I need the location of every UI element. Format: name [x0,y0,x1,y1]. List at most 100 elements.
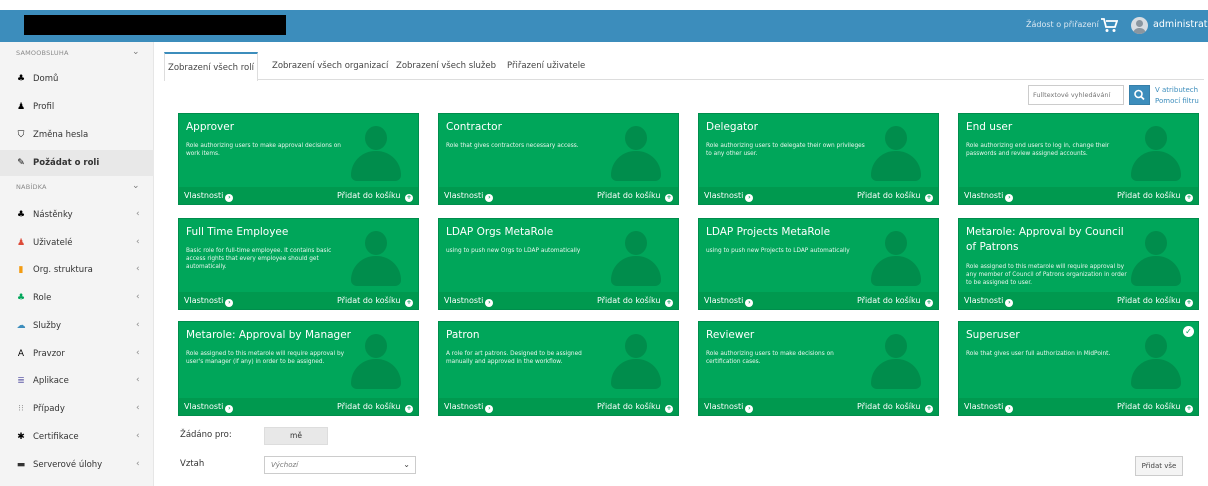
sidebar-item-profile[interactable]: ♟ Profil [0,94,154,120]
add-to-cart-button[interactable]: Přidat do košíku + [857,402,933,413]
arrow-circle-icon: › [745,405,754,413]
user-silhouette-icon [868,231,924,291]
role-card[interactable]: Reviewer Role authorizing users to make … [698,321,939,416]
add-to-cart-button[interactable]: Přidat do košíku + [597,402,673,413]
sidebar-section-menu[interactable]: NABÍDKA ⌄ [0,178,154,198]
role-catalog-tabs: Zobrazení všech rolí Zobrazení všech org… [164,52,1204,81]
username[interactable]: administrator [1153,19,1208,30]
user-silhouette-icon [608,334,664,394]
properties-link[interactable]: Vlastnosti › [444,191,494,202]
role-title: Metarole: Approval by Council of Patrons [966,226,1124,253]
properties-link[interactable]: Vlastnosti › [184,296,234,307]
add-to-cart-button[interactable]: Přidat do košíku + [1117,191,1193,202]
user-silhouette-icon [1128,334,1184,394]
user-silhouette-icon [348,334,404,394]
sidebar-item-archetypes[interactable]: A Pravzor ‹ [0,341,154,367]
add-all-button[interactable]: Přidat vše [1135,456,1183,476]
properties-link[interactable]: Vlastnosti › [184,191,234,202]
sidebar-item-resources[interactable]: ≣ Aplikace ‹ [0,368,154,394]
tab-all-orgs[interactable]: Zobrazení všech organizací [272,52,388,80]
role-card[interactable]: LDAP Projects MetaRole using to push new… [698,218,939,310]
sidebar-item-request-role[interactable]: ✎ Požádat o roli [0,150,154,176]
cases-icon: ⁝⁝ [18,404,24,414]
relation-label: Vztah [180,459,205,469]
role-card[interactable]: End user Role authorizing end users to l… [958,113,1199,205]
search-button[interactable] [1129,85,1150,105]
properties-link[interactable]: Vlastnosti › [444,296,494,307]
user-silhouette-icon [868,334,924,394]
sidebar-item-org[interactable]: ▮ Org. struktura ‹ [0,257,154,283]
role-card[interactable]: Metarole: Approval by Manager Role assig… [178,321,419,416]
role-card[interactable]: Patron A role for art patrons. Designed … [438,321,679,416]
add-to-cart-button[interactable]: Přidat do košíku + [597,296,673,307]
add-to-cart-button[interactable]: Přidat do košíku + [857,191,933,202]
sidebar-item-cases[interactable]: ⁝⁝ Případy ‹ [0,396,154,422]
role-description: Role assigned to this metarole will requ… [186,351,345,365]
sidebar-section-self[interactable]: SAMOOBSLUHA ⌄ [0,44,154,64]
user-icon: ♟ [16,102,26,112]
role-card[interactable]: Full Time Employee Basic role for full-t… [178,218,419,310]
add-to-cart-button[interactable]: Přidat do košíku + [337,402,413,413]
search-in-attributes-link[interactable]: V atributech [1155,85,1199,96]
request-assignment-link[interactable]: Žádost o přiřazení [1026,20,1099,29]
properties-link[interactable]: Vlastnosti › [704,296,754,307]
street-view-icon: ♣ [16,293,26,303]
role-card[interactable]: Delegator Role authorizing users to dele… [698,113,939,205]
properties-link[interactable]: Vlastnosti › [184,402,234,413]
user-silhouette-icon [608,126,664,186]
arrow-circle-icon: › [485,194,494,202]
tasks-icon: ▬ [16,460,26,470]
chevron-left-icon: ‹ [136,375,140,385]
add-to-cart-button[interactable]: Přidat do košíku + [1117,402,1193,413]
role-description: Basic role for full-time employee. It co… [186,248,332,270]
arrow-circle-icon: › [485,299,494,307]
add-to-cart-button[interactable]: Přidat do košíku + [337,296,413,307]
role-card[interactable]: Approver Role authorizing users to make … [178,113,419,205]
selected-check-icon: ✓ [1183,326,1194,337]
tab-all-services[interactable]: Zobrazení všech služeb [396,52,496,80]
role-card[interactable]: LDAP Orgs MetaRole using to push new Org… [438,218,679,310]
sidebar-item-password[interactable]: ⛉ Změna hesla [0,122,154,148]
relation-select[interactable]: Výchozí ⌄ [264,456,416,474]
properties-link[interactable]: Vlastnosti › [964,402,1014,413]
search-with-filter-link[interactable]: Pomocí filtru [1155,96,1199,107]
chevron-down-icon: ⌄ [132,47,140,57]
sidebar-item-certification[interactable]: ✱ Certifikace ‹ [0,424,154,450]
add-to-cart-button[interactable]: Přidat do košíku + [857,296,933,307]
add-to-cart-button[interactable]: Přidat do košíku + [1117,296,1193,307]
chevron-left-icon: ‹ [136,459,140,469]
tab-user-assignment[interactable]: Přiřazení uživatele [507,52,585,80]
requested-for-button[interactable]: mě [264,427,328,445]
requested-for-label: Žádáno pro: [180,430,232,440]
properties-link[interactable]: Vlastnosti › [704,402,754,413]
archetype-icon: A [17,349,25,359]
sidebar-item-services[interactable]: ☁ Služby ‹ [0,313,154,339]
add-to-cart-button[interactable]: Přidat do košíku + [597,191,673,202]
properties-link[interactable]: Vlastnosti › [704,191,754,202]
chevron-left-icon: ‹ [136,209,140,219]
cart-icon[interactable] [1100,17,1118,33]
sidebar-item-roles[interactable]: ♣ Role ‹ [0,285,154,311]
sidebar-item-users[interactable]: ♟ Uživatelé ‹ [0,230,154,256]
role-description: Role assigned to this metarole will requ… [966,264,1127,286]
tab-all-roles[interactable]: Zobrazení všech rolí [164,52,258,81]
role-card-selected[interactable]: Superuser Role that gives user full auth… [958,321,1199,416]
search-input[interactable] [1028,85,1124,105]
properties-link[interactable]: Vlastnosti › [964,296,1014,307]
sidebar-item-home[interactable]: ♣ Domů [0,66,154,92]
role-title: Approver [186,121,235,133]
sidebar-item-dashboards[interactable]: ♣ Nástěnky ‹ [0,202,154,228]
sidebar-item-server-tasks[interactable]: ▬ Serverové úlohy ‹ [0,452,154,478]
arrow-circle-icon: › [1005,405,1014,413]
add-to-cart-button[interactable]: Přidat do košíku + [337,191,413,202]
role-description: Role authorizing users to make decisions… [706,351,834,365]
role-card[interactable]: Contractor Role that gives contractors n… [438,113,679,205]
arrow-circle-icon: › [1005,299,1014,307]
role-card[interactable]: Metarole: Approval by Council of Patrons… [958,218,1199,310]
properties-link[interactable]: Vlastnosti › [444,402,494,413]
properties-link[interactable]: Vlastnosti › [964,191,1014,202]
chevron-left-icon: ‹ [136,264,140,274]
user-silhouette-icon [868,126,924,186]
user-avatar-icon[interactable] [1131,17,1148,34]
plus-circle-icon: + [405,299,413,307]
